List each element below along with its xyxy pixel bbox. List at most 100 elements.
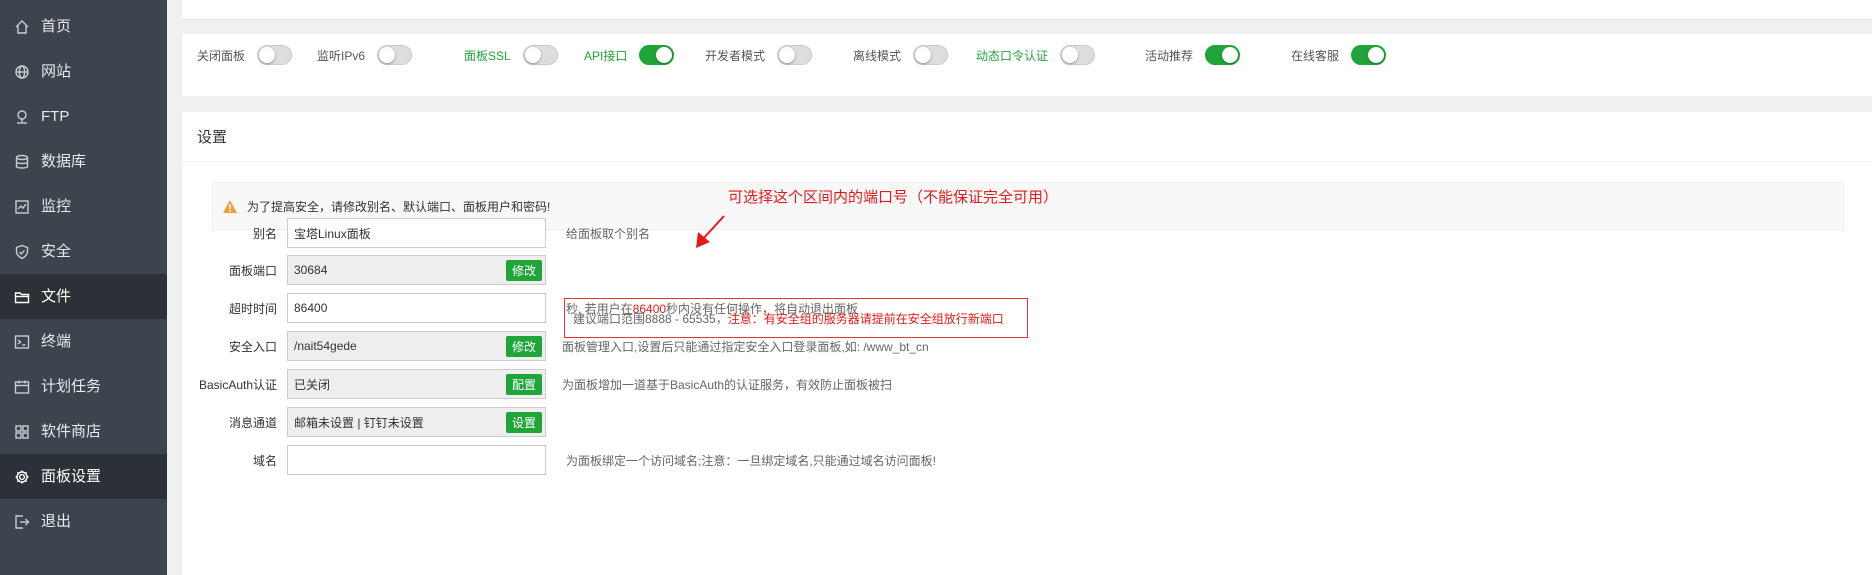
settings-panel: 设置 为了提高安全，请修改别名、默认端口、面板用户和密码! 别名 宝塔Linux… <box>182 112 1872 575</box>
toggle-switch[interactable] <box>777 45 813 65</box>
toggle-label: 开发者模式 <box>705 48 766 63</box>
warning-icon <box>223 199 237 213</box>
toggle-group: API接口 <box>584 45 675 65</box>
port-input[interactable]: 30684 修改 <box>287 255 546 285</box>
top-panel <box>182 0 1872 20</box>
toggle-label: 在线客服 <box>1291 48 1340 63</box>
basicauth-value: 已关闭 <box>294 377 331 392</box>
toggle-switch[interactable] <box>1060 45 1096 65</box>
alias-value: 宝塔Linux面板 <box>294 226 371 241</box>
basicauth-input[interactable]: 已关闭 配置 <box>287 369 546 399</box>
port-value: 30684 <box>294 263 328 277</box>
timeout-help: 秒, 若用户在86400秒内没有任何操作，将自动退出面板 <box>566 300 858 317</box>
sidebar-item[interactable]: 监控 <box>0 184 167 229</box>
alias-input[interactable]: 宝塔Linux面板 <box>287 218 546 248</box>
basicauth-config-button[interactable]: 配置 <box>505 374 542 395</box>
home-icon <box>14 19 30 35</box>
toggle-label: 关闭面板 <box>197 48 246 63</box>
toggle-label: API接口 <box>584 48 628 63</box>
entry-label: 安全入口 <box>228 339 277 354</box>
toggle-group: 监听IPv6 <box>317 45 413 65</box>
sidebar-item[interactable]: 网站 <box>0 49 167 94</box>
port-row: 面板端口 30684 修改 <box>182 255 546 285</box>
toggle-group: 在线客服 <box>1291 45 1387 65</box>
toggle-knob <box>259 47 276 63</box>
sidebar-item[interactable]: 终端 <box>0 319 167 364</box>
sidebar-item[interactable]: 首页 <box>0 4 167 49</box>
basicauth-label: BasicAuth认证 <box>198 377 277 392</box>
gear-icon <box>14 469 30 485</box>
entry-modify-button[interactable]: 修改 <box>505 336 542 357</box>
sidebar-item[interactable]: FTP <box>0 94 167 139</box>
sidebar: 首页网站 FTP 数据库监控安全文件 终端 计划任务 软件商店 面板设置退出 <box>0 0 167 575</box>
settings-title: 设置 <box>182 112 1872 162</box>
toggle-group: 离线模式 <box>853 45 949 65</box>
toggle-group: 面板SSL <box>464 45 558 65</box>
toggle-switch[interactable] <box>1205 45 1241 65</box>
notify-input[interactable]: 邮箱未设置 | 钉钉未设置 设置 <box>287 407 546 437</box>
toggle-switch[interactable] <box>639 45 675 65</box>
sidebar-item[interactable]: 退出 <box>0 499 167 544</box>
calendar-icon <box>14 379 30 395</box>
sidebar-item-label: 首页 <box>41 18 72 35</box>
port-label: 面板端口 <box>228 263 277 278</box>
toggle-knob <box>915 47 932 63</box>
notify-set-button[interactable]: 设置 <box>505 412 542 433</box>
toggle-group: 动态口令认证 <box>976 45 1096 65</box>
sidebar-nav: 首页网站 FTP 数据库监控安全文件 终端 计划任务 软件商店 面板设置退出 <box>0 0 167 544</box>
toggle-label: 监听IPv6 <box>317 48 366 63</box>
database-icon <box>14 154 30 170</box>
toggle-switch[interactable] <box>522 45 558 65</box>
sidebar-item-label: 安全 <box>41 243 72 260</box>
sidebar-item[interactable]: 面板设置 <box>0 454 167 499</box>
toggle-switch[interactable] <box>1351 45 1387 65</box>
sidebar-item-label: 网站 <box>41 63 72 80</box>
toggle-label: 面板SSL <box>464 48 511 63</box>
domain-input[interactable] <box>287 445 546 475</box>
entry-help: 面板管理入口,设置后只能通过指定安全入口登录面板,如: /www_bt_cn <box>562 339 929 354</box>
entry-row: 安全入口 /nait54gede 修改 面板管理入口,设置后只能通过指定安全入口… <box>182 331 929 361</box>
sidebar-item[interactable]: 安全 <box>0 229 167 274</box>
toggle-knob <box>656 47 673 63</box>
domain-row: 域名 为面板绑定一个访问域名;注意：一旦绑定域名,只能通过域名访问面板! <box>182 445 936 475</box>
notify-row: 消息通道 邮箱未设置 | 钉钉未设置 设置 <box>182 407 546 437</box>
toggle-group: 关闭面板 <box>197 45 293 65</box>
toggle-knob <box>1222 47 1239 63</box>
toggle-label: 活动推荐 <box>1145 48 1194 63</box>
toggle-knob <box>779 47 796 63</box>
entry-value: /nait54gede <box>294 339 357 353</box>
terminal-icon <box>14 334 30 350</box>
notify-label: 消息通道 <box>228 415 277 430</box>
timeout-label: 超时时间 <box>228 301 277 316</box>
annotation-text: 可选择这个区间内的端口号（不能保证完全可用） <box>728 189 1059 206</box>
annotation-arrow-icon <box>696 215 725 248</box>
toggle-switch[interactable] <box>377 45 413 65</box>
toggle-label: 离线模式 <box>853 48 902 63</box>
toggle-switch[interactable] <box>913 45 949 65</box>
apps-icon <box>14 424 30 440</box>
notify-value: 邮箱未设置 | 钉钉未设置 <box>294 415 424 430</box>
sidebar-item[interactable]: 数据库 <box>0 139 167 184</box>
sidebar-item[interactable]: 软件商店 <box>0 409 167 454</box>
port-modify-button[interactable]: 修改 <box>505 260 542 281</box>
sidebar-item-label: 数据库 <box>41 153 87 170</box>
toggle-knob <box>379 47 396 63</box>
basicauth-help: 为面板增加一道基于BasicAuth的认证服务，有效防止面板被扫 <box>562 377 893 392</box>
folder-icon <box>14 289 30 305</box>
toggle-knob <box>1062 47 1079 63</box>
toggle-switch[interactable] <box>257 45 293 65</box>
timeout-help-value: 86400 <box>632 301 667 316</box>
toggles-panel: 关闭面板 监听IPv6 面板SSL API接口 开发者模式 离线模式 动态口令认证 活动推荐 在… <box>182 34 1872 96</box>
timeout-help-prefix: 秒, 若用户在 <box>566 301 633 316</box>
toggle-knob <box>524 47 541 63</box>
timeout-input[interactable]: 86400 <box>287 293 546 323</box>
timeout-row: 超时时间 86400 秒, 若用户在86400秒内没有任何操作，将自动退出面板 <box>182 293 858 323</box>
ftp-icon <box>14 109 30 125</box>
toggle-group: 活动推荐 <box>1145 45 1241 65</box>
sidebar-item[interactable]: 计划任务 <box>0 364 167 409</box>
sidebar-item[interactable]: 文件 <box>0 274 167 319</box>
entry-input[interactable]: /nait54gede 修改 <box>287 331 546 361</box>
sidebar-item-label: 退出 <box>41 513 72 530</box>
timeout-help-suffix: 秒内没有任何操作，将自动退出面板 <box>666 301 859 316</box>
alias-help: 给面板取个别名 <box>566 226 651 241</box>
